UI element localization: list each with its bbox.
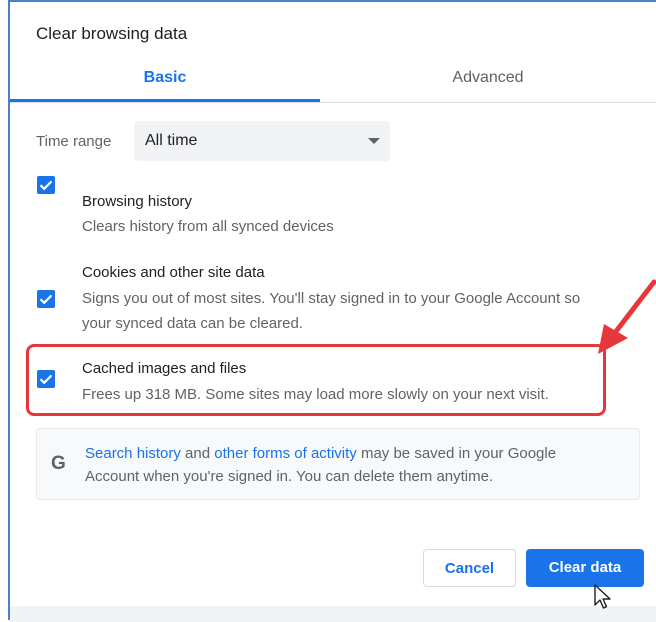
info-text-connector: and bbox=[180, 445, 215, 462]
annotation-arrow-icon bbox=[598, 279, 656, 354]
cookies-description-line-2: your synced data can be cleared. bbox=[82, 315, 303, 332]
google-g-icon: G bbox=[51, 453, 66, 474]
browsing-history-checkbox[interactable] bbox=[37, 176, 55, 194]
cached-images-title: Cached images and files bbox=[82, 360, 247, 377]
other-activity-link[interactable]: other forms of activity bbox=[214, 445, 357, 462]
time-range-value: All time bbox=[145, 132, 198, 149]
cookies-title: Cookies and other site data bbox=[82, 264, 265, 281]
cookies-checkbox[interactable] bbox=[37, 290, 55, 308]
tabs-divider bbox=[10, 102, 656, 103]
browsing-history-title: Browsing history bbox=[82, 193, 193, 210]
account-activity-info: G Search history and other forms of acti… bbox=[36, 428, 640, 500]
info-text-line-2: Account when you're signed in. You can d… bbox=[85, 468, 494, 485]
checkmark-icon bbox=[39, 180, 53, 191]
cached-images-checkbox[interactable] bbox=[37, 370, 55, 388]
checkmark-icon bbox=[39, 374, 53, 385]
tab-basic[interactable]: Basic bbox=[10, 56, 320, 102]
dialog-title: Clear browsing data bbox=[36, 24, 188, 43]
cached-images-description: Frees up 318 MB. Some sites may load mor… bbox=[82, 386, 549, 403]
checkmark-icon bbox=[39, 294, 53, 305]
search-history-link[interactable]: Search history bbox=[85, 445, 181, 462]
mouse-cursor-icon bbox=[594, 584, 611, 609]
tab-advanced[interactable]: Advanced bbox=[320, 56, 656, 102]
time-range-select[interactable]: All time bbox=[134, 121, 390, 161]
info-text: Search history and other forms of activi… bbox=[85, 442, 625, 488]
time-range-label: Time range bbox=[36, 133, 112, 150]
dropdown-arrow-icon bbox=[368, 138, 380, 144]
tab-bar: Basic Advanced bbox=[10, 56, 656, 103]
browsing-history-description: Clears history from all synced devices bbox=[82, 218, 334, 235]
cookies-description-line-1: Signs you out of most sites. You'll stay… bbox=[82, 290, 581, 307]
clear-data-button[interactable]: Clear data bbox=[526, 549, 644, 587]
dialog: Clear browsing data Basic Advanced Time … bbox=[8, 0, 656, 622]
cancel-button[interactable]: Cancel bbox=[423, 549, 516, 587]
info-text-tail: may be saved in your Google bbox=[356, 445, 557, 462]
